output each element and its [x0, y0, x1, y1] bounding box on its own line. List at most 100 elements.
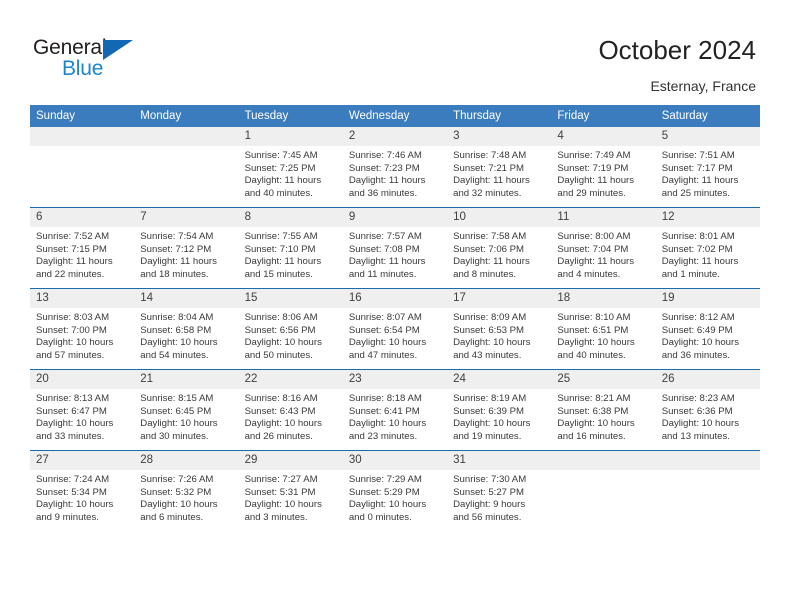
day-number: [551, 451, 656, 470]
general-blue-logo[interactable]: General Blue: [33, 36, 173, 82]
day-number: 20: [30, 370, 135, 389]
daylight-duration-line1: Daylight: 11 hours: [453, 256, 530, 268]
calendar-day-cell[interactable]: 8 Sunrise: 7:55 AM Sunset: 7:10 PM Daylight…: [238, 207, 343, 289]
sunset-time: Sunset: 7:04 PM: [557, 243, 629, 255]
calendar-day-cell[interactable]: 27 Sunrise: 7:24 AM Sunset: 5:34 PM Dayligh…: [30, 450, 135, 531]
calendar-day-cell[interactable]: 11 Sunrise: 8:00 AM Sunset: 7:04 PM Dayligh…: [551, 207, 656, 289]
day-details: Sunrise: 8:04 AM Sunset: 6:58 PM Daylight:…: [134, 308, 238, 362]
daylight-duration-line2: and 57 minutes.: [36, 349, 105, 361]
day-details: Sunrise: 8:00 AM Sunset: 7:04 PM Daylight:…: [551, 227, 655, 281]
daylight-duration-line2: and 29 minutes.: [557, 187, 626, 199]
day-number: 8: [238, 208, 343, 227]
day-number: 15: [238, 289, 343, 308]
daylight-duration-line1: Daylight: 10 hours: [140, 499, 218, 511]
calendar-day-cell[interactable]: 16 Sunrise: 8:07 AM Sunset: 6:54 PM Dayligh…: [342, 288, 448, 370]
sunset-time: Sunset: 5:29 PM: [348, 486, 420, 498]
sunset-time: Sunset: 6:47 PM: [36, 405, 107, 417]
calendar-day-cell[interactable]: 31 Sunrise: 7:30 AM Sunset: 5:27 PM Dayligh…: [447, 450, 552, 531]
sunset-time: Sunset: 5:34 PM: [36, 486, 107, 498]
day-details: Sunrise: 7:48 AM Sunset: 7:21 PM Daylight:…: [447, 146, 551, 200]
sunset-time: Sunset: 6:36 PM: [661, 405, 733, 417]
calendar-day-cell[interactable]: 30 Sunrise: 7:29 AM Sunset: 5:29 PM Dayligh…: [342, 450, 448, 531]
day-details: Sunrise: 8:10 AM Sunset: 6:51 PM Daylight:…: [551, 308, 655, 362]
calendar-day-cell[interactable]: 2 Sunrise: 7:46 AM Sunset: 7:23 PM Daylight…: [342, 127, 448, 208]
day-number: 29: [238, 451, 343, 470]
day-number: 16: [342, 289, 448, 308]
sunset-time: Sunset: 7:19 PM: [557, 162, 629, 174]
calendar-day-cell[interactable]: 20 Sunrise: 8:13 AM Sunset: 6:47 PM Dayligh…: [30, 369, 135, 451]
calendar-day-cell[interactable]: 19 Sunrise: 8:12 AM Sunset: 6:49 PM Dayligh…: [655, 288, 760, 370]
sunrise-time: Sunrise: 8:07 AM: [348, 312, 422, 323]
calendar-day-cell[interactable]: 12 Sunrise: 8:01 AM Sunset: 7:02 PM Dayligh…: [655, 207, 760, 289]
daylight-duration-line2: and 26 minutes.: [244, 430, 313, 442]
sunrise-time: Sunrise: 8:03 AM: [36, 312, 110, 323]
daylight-duration-line2: and 22 minutes.: [36, 268, 105, 280]
calendar-day-cell[interactable]: 17 Sunrise: 8:09 AM Sunset: 6:53 PM Dayligh…: [447, 288, 552, 370]
calendar-day-cell[interactable]: 10 Sunrise: 7:58 AM Sunset: 7:06 PM Dayligh…: [447, 207, 552, 289]
page-header: General Blue October 2024 Esternay, Fran…: [0, 0, 792, 100]
calendar-day-cell[interactable]: 21 Sunrise: 8:15 AM Sunset: 6:45 PM Dayligh…: [134, 369, 239, 451]
sunrise-time: Sunrise: 8:18 AM: [348, 393, 422, 404]
day-details: Sunrise: 7:29 AM Sunset: 5:29 PM Daylight:…: [343, 470, 447, 524]
sunrise-time: Sunrise: 8:13 AM: [36, 393, 110, 404]
sunrise-time: Sunrise: 7:30 AM: [453, 474, 527, 485]
calendar-day-cell[interactable]: 14 Sunrise: 8:04 AM Sunset: 6:58 PM Dayligh…: [134, 288, 239, 370]
day-number: 9: [342, 208, 448, 227]
calendar-day-cell[interactable]: 15 Sunrise: 8:06 AM Sunset: 6:56 PM Dayligh…: [238, 288, 343, 370]
daylight-duration-line2: and 50 minutes.: [244, 349, 313, 361]
day-details: Sunrise: 7:46 AM Sunset: 7:23 PM Daylight:…: [343, 146, 447, 200]
daylight-duration-line2: and 9 minutes.: [36, 511, 99, 523]
calendar-header-row: Sunday Monday Tuesday Wednesday Thursday…: [30, 105, 760, 127]
calendar-day-cell[interactable]: 1 Sunrise: 7:45 AM Sunset: 7:25 PM Daylight…: [238, 127, 343, 208]
sunset-time: Sunset: 7:15 PM: [36, 243, 107, 255]
calendar-day-cell[interactable]: 26 Sunrise: 8:23 AM Sunset: 6:36 PM Dayligh…: [655, 369, 760, 451]
sunrise-time: Sunrise: 8:16 AM: [244, 393, 318, 404]
calendar-day-cell[interactable]: 23 Sunrise: 8:18 AM Sunset: 6:41 PM Dayligh…: [342, 369, 448, 451]
day-details: Sunrise: 8:19 AM Sunset: 6:39 PM Daylight:…: [447, 389, 551, 443]
daylight-duration-line2: and 8 minutes.: [453, 268, 517, 280]
sunset-time: Sunset: 7:23 PM: [348, 162, 420, 174]
day-number: 4: [551, 127, 656, 146]
calendar-day-cell[interactable]: 9 Sunrise: 7:57 AM Sunset: 7:08 PM Daylight…: [342, 207, 448, 289]
logo-text-blue: Blue: [62, 57, 104, 80]
day-details: Sunrise: 8:06 AM Sunset: 6:56 PM Daylight:…: [239, 308, 343, 362]
daylight-duration-line1: Daylight: 10 hours: [244, 337, 322, 349]
sunset-time: Sunset: 6:43 PM: [244, 405, 316, 417]
day-number: 28: [134, 451, 239, 470]
sunrise-time: Sunrise: 7:52 AM: [36, 231, 110, 242]
daylight-duration-line2: and 25 minutes.: [661, 187, 730, 199]
daylight-duration-line1: Daylight: 10 hours: [557, 337, 635, 349]
calendar-day-cell[interactable]: 7 Sunrise: 7:54 AM Sunset: 7:12 PM Daylight…: [134, 207, 239, 289]
calendar-day-cell[interactable]: 3 Sunrise: 7:48 AM Sunset: 7:21 PM Daylight…: [447, 127, 552, 208]
calendar-day-cell[interactable]: 28 Sunrise: 7:26 AM Sunset: 5:32 PM Dayligh…: [134, 450, 239, 531]
calendar-day-cell[interactable]: 24 Sunrise: 8:19 AM Sunset: 6:39 PM Dayligh…: [447, 369, 552, 451]
sunrise-time: Sunrise: 7:24 AM: [36, 474, 110, 485]
calendar-day-cell[interactable]: 18 Sunrise: 8:10 AM Sunset: 6:51 PM Dayligh…: [551, 288, 656, 370]
calendar-day-cell[interactable]: 13 Sunrise: 8:03 AM Sunset: 7:00 PM Dayligh…: [30, 288, 135, 370]
calendar-day-cell-empty: [551, 450, 656, 531]
calendar-day-cell-empty: [655, 450, 760, 531]
calendar-day-cell[interactable]: 22 Sunrise: 8:16 AM Sunset: 6:43 PM Dayligh…: [238, 369, 343, 451]
daylight-duration-line2: and 3 minutes.: [244, 511, 308, 523]
weekday-header-saturday: Saturday: [655, 105, 760, 127]
daylight-duration-line1: Daylight: 10 hours: [140, 337, 218, 349]
day-details: Sunrise: 8:16 AM Sunset: 6:43 PM Daylight:…: [239, 389, 343, 443]
weekday-header-friday: Friday: [551, 105, 656, 127]
calendar-day-cell[interactable]: 6 Sunrise: 7:52 AM Sunset: 7:15 PM Daylight…: [30, 207, 135, 289]
sunrise-time: Sunrise: 8:10 AM: [557, 312, 631, 323]
calendar-day-cell[interactable]: 29 Sunrise: 7:27 AM Sunset: 5:31 PM Dayligh…: [238, 450, 343, 531]
day-number: 27: [30, 451, 135, 470]
calendar-day-cell[interactable]: 4 Sunrise: 7:49 AM Sunset: 7:19 PM Daylight…: [551, 127, 656, 208]
day-details: Sunrise: 7:57 AM Sunset: 7:08 PM Daylight:…: [343, 227, 447, 281]
calendar-day-cell[interactable]: 25 Sunrise: 8:21 AM Sunset: 6:38 PM Dayligh…: [551, 369, 656, 451]
calendar-day-cell[interactable]: 5 Sunrise: 7:51 AM Sunset: 7:17 PM Daylight…: [655, 127, 760, 208]
sunset-time: Sunset: 7:02 PM: [661, 243, 733, 255]
day-number: 14: [134, 289, 239, 308]
sunset-time: Sunset: 7:25 PM: [244, 162, 316, 174]
daylight-duration-line1: Daylight: 10 hours: [348, 337, 427, 349]
sunrise-time: Sunrise: 8:00 AM: [557, 231, 631, 242]
day-number: [655, 451, 760, 470]
day-number: 19: [655, 289, 760, 308]
sunrise-time: Sunrise: 8:09 AM: [453, 312, 527, 323]
day-details: Sunrise: 8:23 AM Sunset: 6:36 PM Daylight:…: [656, 389, 760, 443]
